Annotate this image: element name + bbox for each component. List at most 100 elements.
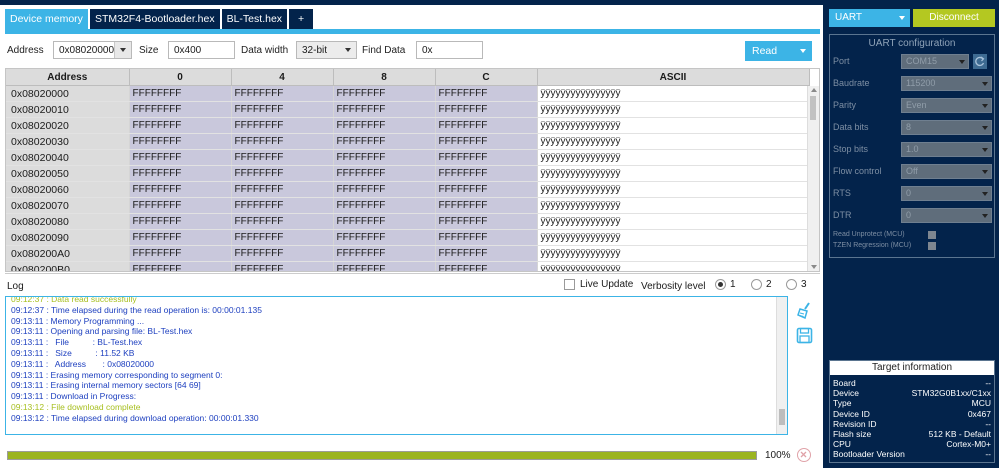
uart-option-checkbox[interactable] xyxy=(928,231,936,239)
column-header-c[interactable]: C xyxy=(435,69,538,86)
value-cell[interactable]: FFFFFFFF xyxy=(129,133,232,150)
checkbox-box[interactable] xyxy=(564,279,575,290)
dropdown-button[interactable] xyxy=(979,77,991,90)
value-cell[interactable]: FFFFFFFF xyxy=(231,213,334,230)
dropdown-button[interactable] xyxy=(956,55,968,68)
scroll-down-icon[interactable] xyxy=(811,265,817,269)
value-cell[interactable]: FFFFFFFF xyxy=(435,117,538,134)
column-header-address[interactable]: Address xyxy=(6,69,130,86)
value-cell[interactable]: FFFFFFFF xyxy=(333,181,436,198)
value-cell[interactable]: FFFFFFFF xyxy=(231,229,334,246)
dropdown-button[interactable] xyxy=(979,121,991,134)
value-cell[interactable]: FFFFFFFF xyxy=(231,261,334,271)
uart-field-select[interactable]: Even xyxy=(901,98,992,113)
value-cell[interactable]: FFFFFFFF xyxy=(333,165,436,182)
value-cell[interactable]: FFFFFFFF xyxy=(435,229,538,246)
read-button[interactable]: Read xyxy=(745,41,812,61)
tab-stm32f4-bootloader[interactable]: STM32F4-Bootloader.hex xyxy=(89,9,220,29)
value-cell[interactable]: FFFFFFFF xyxy=(129,245,232,262)
address-dropdown-button[interactable] xyxy=(114,42,131,58)
value-cell[interactable]: FFFFFFFF xyxy=(231,165,334,182)
save-log-icon[interactable] xyxy=(796,327,813,347)
value-cell[interactable]: FFFFFFFF xyxy=(231,133,334,150)
value-cell[interactable]: FFFFFFFF xyxy=(333,261,436,271)
value-cell[interactable]: FFFFFFFF xyxy=(129,85,232,102)
value-cell[interactable]: FFFFFFFF xyxy=(435,245,538,262)
refresh-ports-button[interactable] xyxy=(973,54,987,69)
value-cell[interactable]: FFFFFFFF xyxy=(333,245,436,262)
uart-field-select[interactable]: COM15 xyxy=(901,54,969,69)
value-cell[interactable]: FFFFFFFF xyxy=(435,133,538,150)
value-cell[interactable]: FFFFFFFF xyxy=(129,149,232,166)
verbosity-radio-2[interactable]: 2 xyxy=(751,279,772,290)
chevron-down-icon[interactable] xyxy=(800,49,806,53)
value-cell[interactable]: FFFFFFFF xyxy=(435,149,538,166)
uart-field-select[interactable]: 115200 xyxy=(901,76,992,91)
value-cell[interactable]: FFFFFFFF xyxy=(333,101,436,118)
value-cell[interactable]: FFFFFFFF xyxy=(129,261,232,271)
uart-field-select[interactable]: 0 xyxy=(901,208,992,223)
dropdown-button[interactable] xyxy=(979,209,991,222)
panel-separator[interactable] xyxy=(5,273,820,274)
value-cell[interactable]: FFFFFFFF xyxy=(231,85,334,102)
log-scrollbar[interactable] xyxy=(776,297,787,434)
tab-bl-test[interactable]: BL-Test.hex xyxy=(221,9,288,29)
value-cell[interactable]: FFFFFFFF xyxy=(231,149,334,166)
value-cell[interactable]: FFFFFFFF xyxy=(129,197,232,214)
radio-button[interactable] xyxy=(786,279,797,290)
value-cell[interactable]: FFFFFFFF xyxy=(333,85,436,102)
value-cell[interactable]: FFFFFFFF xyxy=(435,197,538,214)
value-cell[interactable]: FFFFFFFF xyxy=(129,181,232,198)
uart-field-select[interactable]: 0 xyxy=(901,186,992,201)
clear-log-broom-icon[interactable] xyxy=(796,302,813,322)
address-combo[interactable]: 0x08020000 xyxy=(53,41,132,59)
disconnect-button[interactable]: Disconnect xyxy=(913,9,995,27)
dropdown-button[interactable] xyxy=(979,187,991,200)
add-tab-button[interactable]: + xyxy=(289,9,314,29)
value-cell[interactable]: FFFFFFFF xyxy=(231,245,334,262)
value-cell[interactable]: FFFFFFFF xyxy=(435,181,538,198)
scrollbar-thumb[interactable] xyxy=(810,96,816,120)
live-update-checkbox[interactable]: Live Update xyxy=(564,279,633,290)
log-output[interactable]: 09:12:37 : Data read successfully 09:12:3… xyxy=(5,296,788,435)
scrollbar-thumb[interactable] xyxy=(779,409,785,425)
radio-button[interactable] xyxy=(751,279,762,290)
cancel-operation-button[interactable] xyxy=(797,448,811,462)
value-cell[interactable]: FFFFFFFF xyxy=(231,181,334,198)
value-cell[interactable]: FFFFFFFF xyxy=(333,133,436,150)
scroll-up-icon[interactable] xyxy=(811,88,817,92)
uart-field-select[interactable]: Off xyxy=(901,164,992,179)
value-cell[interactable]: FFFFFFFF xyxy=(333,197,436,214)
value-cell[interactable]: FFFFFFFF xyxy=(231,101,334,118)
tab-device-memory[interactable]: Device memory xyxy=(5,9,88,29)
value-cell[interactable]: FFFFFFFF xyxy=(129,165,232,182)
data-width-dropdown-button[interactable] xyxy=(340,42,356,58)
dropdown-button[interactable] xyxy=(979,165,991,178)
value-cell[interactable]: FFFFFFFF xyxy=(231,197,334,214)
memory-scrollbar[interactable] xyxy=(807,86,819,271)
value-cell[interactable]: FFFFFFFF xyxy=(435,85,538,102)
value-cell[interactable]: FFFFFFFF xyxy=(435,165,538,182)
find-data-input[interactable]: 0x xyxy=(416,41,483,59)
uart-field-select[interactable]: 1.0 xyxy=(901,142,992,157)
uart-field-select[interactable]: 8 xyxy=(901,120,992,135)
value-cell[interactable]: FFFFFFFF xyxy=(129,117,232,134)
column-header-0[interactable]: 0 xyxy=(129,69,232,86)
verbosity-radio-1[interactable]: 1 xyxy=(715,279,736,290)
value-cell[interactable]: FFFFFFFF xyxy=(435,213,538,230)
column-header-ascii[interactable]: ASCII xyxy=(537,69,810,86)
column-header-8[interactable]: 8 xyxy=(333,69,436,86)
column-header-4[interactable]: 4 xyxy=(231,69,334,86)
uart-option-checkbox[interactable] xyxy=(928,242,936,250)
value-cell[interactable]: FFFFFFFF xyxy=(333,117,436,134)
size-input[interactable]: 0x400 xyxy=(168,41,235,59)
value-cell[interactable]: FFFFFFFF xyxy=(231,117,334,134)
value-cell[interactable]: FFFFFFFF xyxy=(333,229,436,246)
value-cell[interactable]: FFFFFFFF xyxy=(435,261,538,271)
value-cell[interactable]: FFFFFFFF xyxy=(129,101,232,118)
value-cell[interactable]: FFFFFFFF xyxy=(333,213,436,230)
dropdown-button[interactable] xyxy=(979,99,991,112)
data-width-select[interactable]: 32-bit xyxy=(296,41,357,59)
dropdown-button[interactable] xyxy=(979,143,991,156)
verbosity-radio-3[interactable]: 3 xyxy=(786,279,807,290)
